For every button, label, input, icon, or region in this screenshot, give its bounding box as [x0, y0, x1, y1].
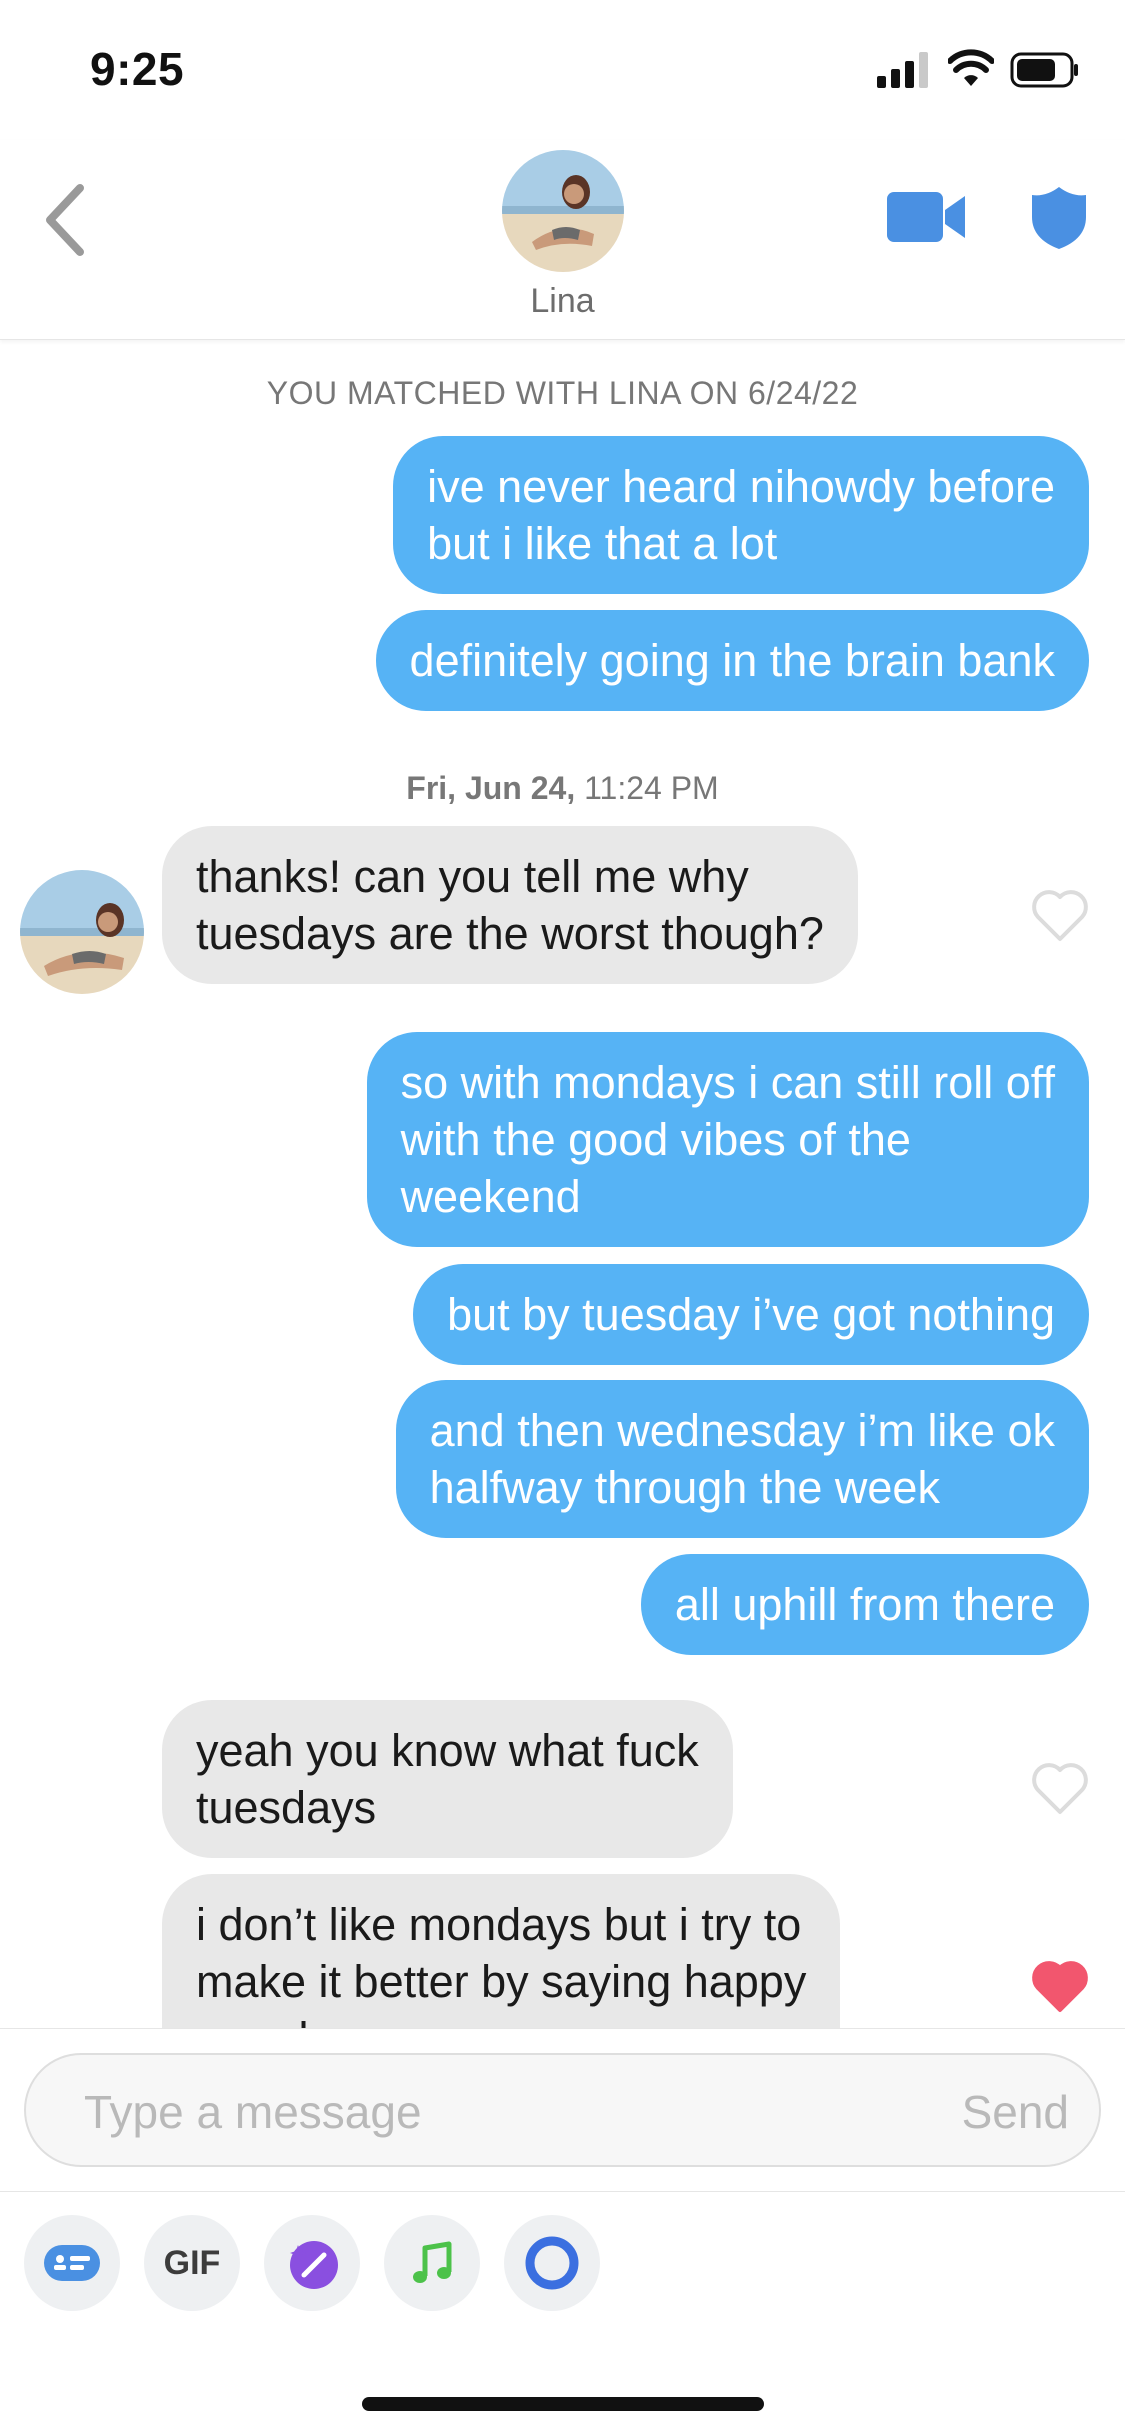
message-bubble-incoming[interactable]: yeah you know what fuck tuesdays — [162, 1700, 733, 1858]
match-date-note: YOU MATCHED WITH LINA ON 6/24/22 — [266, 375, 859, 411]
back-chevron-icon[interactable] — [40, 180, 90, 260]
message-timestamp: Fri, Jun 24, 11:24 PM — [0, 770, 1125, 807]
sticker-card-icon — [44, 2245, 100, 2281]
message-list[interactable]: YOU MATCHED WITH LINA ON 6/24/22 ive nev… — [0, 340, 1125, 2028]
home-indicator[interactable] — [362, 2397, 764, 2411]
safety-shield-icon[interactable] — [1030, 185, 1088, 251]
match-avatar-small[interactable] — [20, 870, 144, 994]
chat-header: Lina — [0, 140, 1125, 340]
composer-divider — [0, 2191, 1125, 2192]
message-bubble-outgoing[interactable]: but by tuesday i’ve got nothing — [413, 1264, 1089, 1365]
message-bubble-outgoing[interactable]: all uphill from there — [640, 1554, 1089, 1655]
ring-icon — [525, 2236, 579, 2290]
heart-outline-icon[interactable] — [1030, 887, 1090, 943]
send-button[interactable]: Send — [962, 2085, 1069, 2139]
ring-button[interactable] — [504, 2215, 600, 2311]
timestamp-time: 11:24 PM — [584, 770, 719, 806]
gif-label: GIF — [163, 2243, 221, 2282]
gif-button[interactable]: GIF — [144, 2215, 240, 2311]
message-bubble-outgoing[interactable]: so with mondays i can still roll off wit… — [366, 1032, 1089, 1247]
message-input-container[interactable]: Send — [24, 2053, 1101, 2167]
music-button[interactable] — [384, 2215, 480, 2311]
message-bubble-incoming[interactable]: thanks! can you tell me why tuesdays are… — [162, 826, 858, 984]
magic-sparkle-icon — [290, 2241, 338, 2289]
wifi-icon — [948, 49, 994, 86]
battery-icon — [1010, 52, 1078, 88]
status-time: 9:25 — [90, 43, 185, 95]
status-bar: 9:25 — [0, 0, 1125, 140]
video-call-icon[interactable] — [887, 190, 967, 244]
message-input[interactable] — [84, 2080, 884, 2144]
cellular-signal-icon — [877, 52, 928, 88]
sticker-card-button[interactable] — [24, 2215, 120, 2311]
heart-filled-icon[interactable] — [1030, 1958, 1090, 2014]
message-bubble-outgoing[interactable]: ive never heard nihowdy before but i lik… — [393, 436, 1089, 594]
match-name: Lina — [530, 282, 595, 320]
message-composer: Send GIF — [0, 2028, 1125, 2436]
heart-outline-icon[interactable] — [1030, 1760, 1090, 1816]
music-note-icon — [413, 2241, 452, 2283]
message-bubble-incoming[interactable]: i don’t like mondays but i try to make i… — [162, 1874, 841, 2028]
message-bubble-outgoing[interactable]: definitely going in the brain bank — [375, 610, 1089, 711]
timestamp-day: Fri, Jun 24, — [406, 770, 576, 806]
match-avatar[interactable] — [502, 150, 624, 272]
magic-button[interactable] — [264, 2215, 360, 2311]
message-bubble-outgoing[interactable]: and then wednesday i’m like ok halfway t… — [395, 1380, 1089, 1538]
